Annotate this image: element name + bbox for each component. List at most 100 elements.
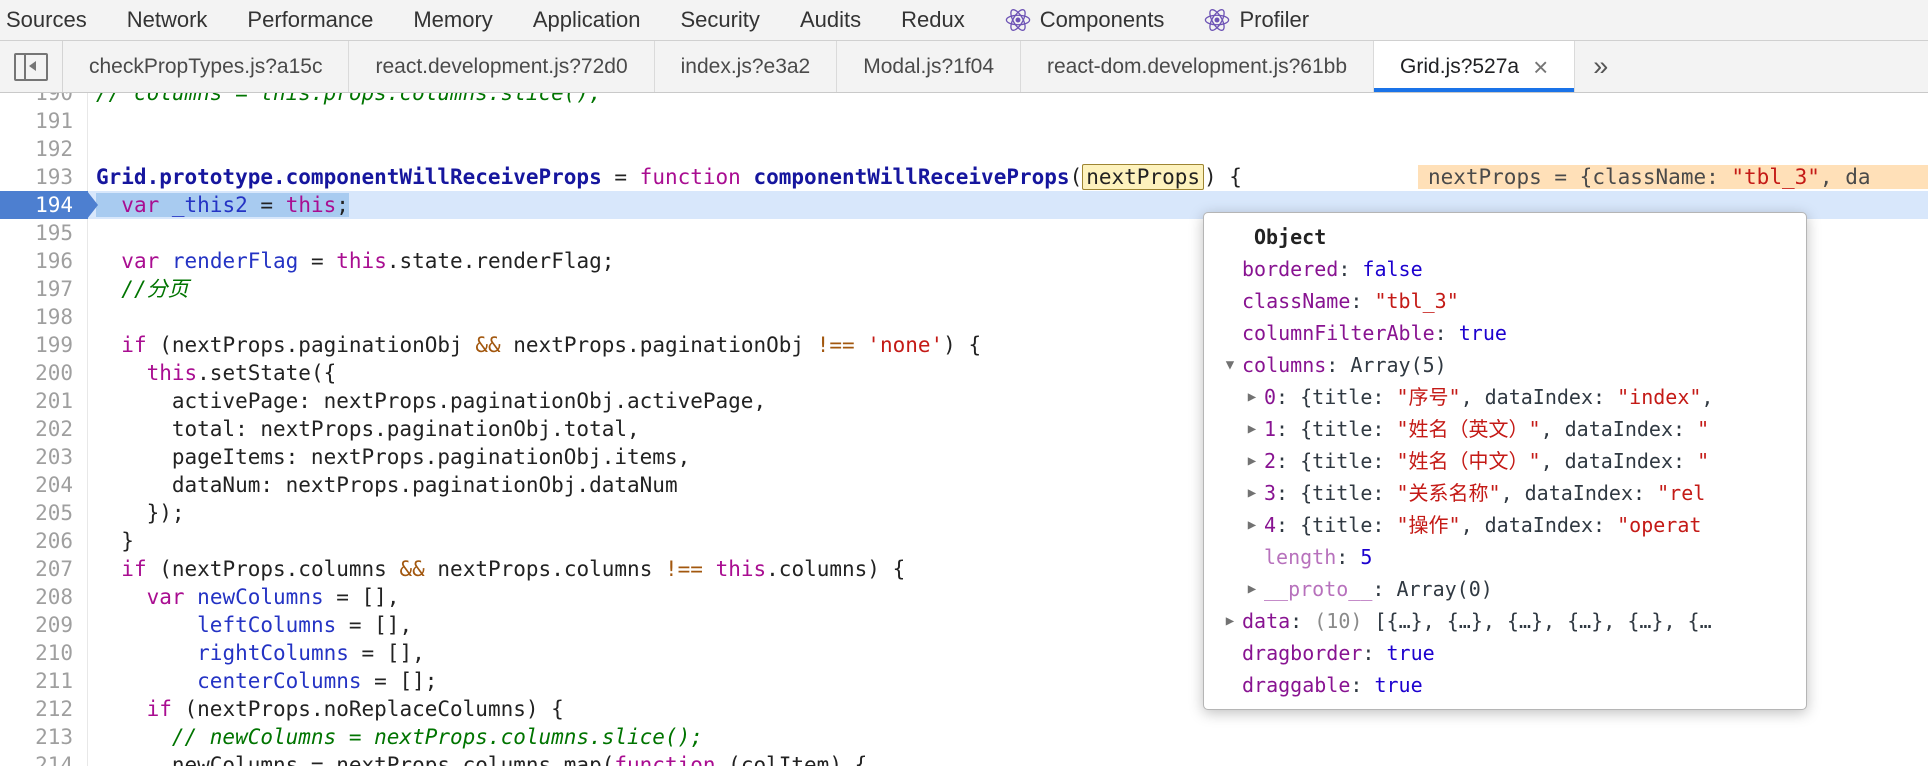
object-property-row[interactable]: ▶ 1: {title: "姓名（英文）", dataIndex: ": [1204, 413, 1806, 445]
property-colon: :: [1350, 289, 1375, 313]
code-token: }: [96, 529, 134, 553]
file-tab-checkproptypes.js[interactable]: checkPropTypes.js?a15c: [63, 41, 350, 92]
file-tab-react.development.js[interactable]: react.development.js?72d0: [349, 41, 655, 92]
line-number[interactable]: 211: [0, 667, 88, 695]
object-property-row[interactable]: ▶ data: (10) [{…}, {…}, {…}, {…}, {…}, {…: [1204, 605, 1806, 637]
object-property-row[interactable]: ▼ columns: Array(5): [1204, 349, 1806, 381]
code-token: nextProps.paginationObj: [500, 333, 817, 357]
expand-arrow-icon[interactable]: ▶: [1240, 381, 1264, 413]
object-property-row[interactable]: ▶ 0: {title: "序号", dataIndex: "index",: [1204, 381, 1806, 413]
panel-tab-security[interactable]: Security: [660, 0, 779, 40]
property-value: ": [1697, 449, 1710, 473]
line-number[interactable]: 195: [0, 219, 88, 247]
line-number[interactable]: 212: [0, 695, 88, 723]
panel-tab-network[interactable]: Network: [107, 0, 228, 40]
file-tab-index.js[interactable]: index.js?e3a2: [655, 41, 838, 92]
code-token: = [],: [323, 585, 400, 609]
file-tab-label: Modal.js?1f04: [863, 54, 994, 78]
line-number[interactable]: 197: [0, 275, 88, 303]
property-name: dragborder: [1242, 641, 1363, 665]
line-number[interactable]: 202: [0, 415, 88, 443]
line-number[interactable]: 203: [0, 443, 88, 471]
inline-value-preview: nextProps = {className: "tbl_3", da: [1417, 165, 1928, 189]
line-number[interactable]: 210: [0, 639, 88, 667]
panel-tab-audits[interactable]: Audits: [780, 0, 881, 40]
file-tab-grid.js[interactable]: Grid.js?527a ×: [1374, 41, 1576, 92]
line-number[interactable]: 208: [0, 583, 88, 611]
panel-tab-label: Profiler: [1239, 7, 1310, 32]
line-number[interactable]: 198: [0, 303, 88, 331]
property-value: {title:: [1300, 385, 1397, 409]
line-number[interactable]: 200: [0, 359, 88, 387]
object-property-row[interactable]: ▶ 3: {title: "关系名称", dataIndex: "rel: [1204, 477, 1806, 509]
panel-tab-sources[interactable]: Sources: [0, 0, 107, 40]
line-number[interactable]: 205: [0, 499, 88, 527]
panel-tab-memory[interactable]: Memory: [393, 0, 512, 40]
evaluated-token[interactable]: nextProps: [1082, 164, 1205, 190]
panel-tab-label: Performance: [247, 7, 374, 32]
code-line[interactable]: newColumns = nextProps.columns.map(funct…: [88, 751, 1928, 766]
expand-arrow-icon[interactable]: ▶: [1240, 445, 1264, 477]
expand-arrow-icon[interactable]: ▶: [1240, 413, 1264, 445]
property-value: Array(5): [1350, 353, 1447, 377]
expand-arrow-icon[interactable]: ▶: [1240, 509, 1264, 541]
panel-tab-redux[interactable]: Redux: [881, 0, 985, 40]
object-property-row[interactable]: ▶ 2: {title: "姓名（中文）", dataIndex: ": [1204, 445, 1806, 477]
property-value: Array(0): [1396, 577, 1493, 601]
code-line[interactable]: // columns = this.props.columns.slice();: [88, 93, 1928, 107]
property-colon: :: [1372, 577, 1397, 601]
line-number[interactable]: 201: [0, 387, 88, 415]
line-number[interactable]: 206: [0, 527, 88, 555]
code-token: this: [715, 557, 767, 581]
file-tab-modal.js[interactable]: Modal.js?1f04: [837, 41, 1021, 92]
object-property-row[interactable]: ▶ __proto__: Array(0): [1204, 573, 1806, 605]
panel-tab-application[interactable]: Application: [513, 0, 661, 40]
line-number[interactable]: 193: [0, 163, 88, 191]
current-line-number[interactable]: 194: [0, 191, 98, 219]
line-number[interactable]: 192: [0, 135, 88, 163]
object-property-row[interactable]: ▶ 4: {title: "操作", dataIndex: "operat: [1204, 509, 1806, 541]
panel-tab-performance[interactable]: Performance: [227, 0, 393, 40]
line-number[interactable]: 214: [0, 751, 88, 766]
property-value: {title:: [1300, 417, 1397, 441]
code-line[interactable]: // newColumns = nextProps.columns.slice(…: [88, 723, 1928, 751]
property-name: draggable: [1242, 673, 1351, 697]
code-token: 'none': [867, 333, 944, 357]
code-token: //分页: [121, 277, 189, 301]
line-number[interactable]: 190: [0, 93, 88, 107]
panel-tab-components[interactable]: Components: [985, 0, 1185, 40]
object-popover: Object bordered: false className: "tbl_3"…: [1203, 212, 1807, 710]
code-token: .setState({: [197, 361, 337, 385]
line-number[interactable]: 209: [0, 611, 88, 639]
code-token: pageItems: nextProps.paginationObj.items…: [96, 445, 691, 469]
toggle-navigator-button[interactable]: [0, 41, 63, 92]
file-tab-react-dom.development.js[interactable]: react-dom.development.js?61bb: [1021, 41, 1375, 92]
code-line[interactable]: [88, 107, 1928, 135]
line-number[interactable]: 196: [0, 247, 88, 275]
panel-tab-profiler[interactable]: Profiler: [1184, 0, 1329, 40]
expand-arrow-icon[interactable]: ▶: [1240, 477, 1264, 509]
property-value: "关系名称": [1396, 481, 1501, 505]
expand-arrow-icon[interactable]: ▶: [1218, 605, 1242, 637]
line-number[interactable]: 199: [0, 331, 88, 359]
property-value: "操作": [1396, 513, 1461, 537]
expand-arrow-icon[interactable]: ▶: [1240, 573, 1264, 605]
line-number[interactable]: 207: [0, 555, 88, 583]
code-token: =: [298, 249, 337, 273]
code-token: this: [146, 361, 198, 385]
line-number[interactable]: 191: [0, 107, 88, 135]
code-token: leftColumns: [197, 613, 337, 637]
code-token: = [],: [336, 613, 413, 637]
property-name: className: [1242, 289, 1351, 313]
more-tabs-button[interactable]: »: [1575, 41, 1626, 92]
collapse-arrow-icon[interactable]: ▼: [1218, 349, 1242, 381]
code-line[interactable]: Grid.prototype.componentWillReceiveProps…: [88, 163, 1928, 191]
code-line[interactable]: [88, 135, 1928, 163]
close-icon[interactable]: ×: [1533, 54, 1548, 80]
code-token: var: [121, 249, 160, 273]
line-number[interactable]: 213: [0, 723, 88, 751]
property-value: "tbl_3": [1374, 289, 1459, 313]
line-number[interactable]: 204: [0, 471, 88, 499]
